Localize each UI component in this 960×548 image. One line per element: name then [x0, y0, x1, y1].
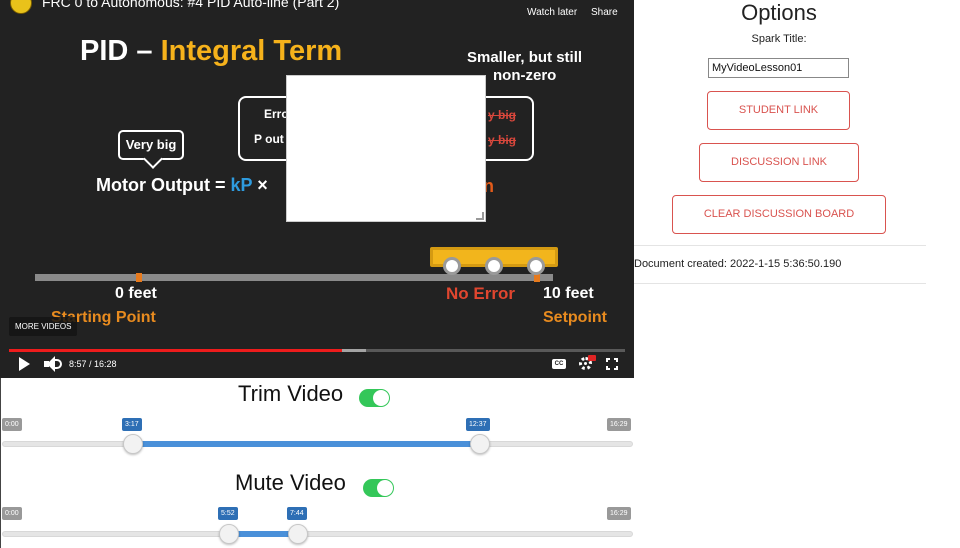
play-icon[interactable]	[19, 357, 30, 371]
spark-title-label: Spark Title:	[751, 33, 807, 45]
mute-end-tag: 7:44	[287, 507, 307, 520]
watch-later-button[interactable]: Watch later	[527, 7, 577, 18]
more-videos-button[interactable]: MORE VIDEOS	[9, 317, 78, 336]
discussion-link-button[interactable]: DISCUSSION LINK	[699, 143, 859, 182]
mute-start-handle[interactable]	[219, 524, 239, 544]
strike-text-1: y big	[488, 108, 517, 122]
trim-start-tag: 3:17	[122, 418, 142, 431]
slide-text-smaller: Smaller, but still	[467, 49, 583, 66]
spark-title-input[interactable]	[708, 58, 849, 78]
start-tick	[136, 273, 142, 282]
student-link-button[interactable]: STUDENT LINK	[707, 91, 850, 130]
mute-max-tag: 16:29	[607, 507, 631, 520]
slide-text-nonzero: non-zero	[493, 67, 557, 84]
motor-output-formula: Motor Output = kP ×	[96, 175, 268, 195]
mute-video-toggle[interactable]	[363, 479, 394, 497]
video-title[interactable]: FRC 0 to Autonomous: #4 PID Auto-line (P…	[42, 0, 339, 10]
setpoint-label: Setpoint	[543, 309, 607, 326]
speech-bubble: Very big	[118, 130, 184, 160]
distance-track	[35, 274, 553, 281]
left-border	[0, 378, 1, 548]
channel-logo-icon[interactable]	[10, 0, 32, 14]
strike-text-2: y big	[488, 133, 517, 147]
pout-label: P out	[254, 132, 284, 146]
captions-icon[interactable]: CC	[552, 359, 566, 369]
progress-played	[9, 349, 342, 352]
divider	[634, 283, 926, 284]
player-top-bar: FRC 0 to Autonomous: #4 PID Auto-line (P…	[0, 0, 634, 26]
mute-video-title: Mute Video	[235, 470, 346, 495]
cart-wheel	[527, 257, 545, 275]
mute-start-tag: 5:52	[218, 507, 238, 520]
trim-slider-range	[133, 441, 480, 447]
zero-feet-label: 0 feet	[115, 285, 157, 302]
trim-video-title: Trim Video	[238, 381, 344, 406]
fullscreen-icon[interactable]	[606, 358, 618, 370]
no-error-label: No Error	[446, 284, 515, 303]
mute-slider-rail[interactable]	[2, 531, 633, 537]
slide-title: PID – Integral Term	[80, 35, 343, 67]
ten-feet-label: 10 feet	[543, 285, 594, 302]
mute-end-handle[interactable]	[288, 524, 308, 544]
resize-handle-icon[interactable]	[476, 212, 484, 220]
trim-max-tag: 16:29	[607, 418, 631, 431]
video-player[interactable]: PID – Integral Term Smaller, but still n…	[0, 0, 634, 378]
error-label: Erro	[264, 107, 289, 121]
document-created-text: Document created: 2022-1-15 5:36:50.190	[634, 258, 842, 270]
divider	[634, 245, 926, 246]
clear-discussion-board-button[interactable]: CLEAR DISCUSSION BOARD	[672, 195, 886, 234]
share-button[interactable]: Share	[591, 7, 618, 18]
overlay-panel[interactable]	[286, 75, 486, 222]
hd-badge-icon	[588, 355, 596, 361]
trim-end-handle[interactable]	[470, 434, 490, 454]
options-title: Options	[741, 0, 817, 25]
trim-start-handle[interactable]	[123, 434, 143, 454]
time-display: 8:57 / 16:28	[69, 359, 117, 369]
trim-video-toggle[interactable]	[359, 389, 390, 407]
page-root: PID – Integral Term Smaller, but still n…	[0, 0, 960, 548]
mute-min-tag: 0:00	[2, 507, 22, 520]
trim-end-tag: 12:37	[466, 418, 490, 431]
trim-min-tag: 0:00	[2, 418, 22, 431]
cart-wheel	[485, 257, 503, 275]
cart-wheel	[443, 257, 461, 275]
